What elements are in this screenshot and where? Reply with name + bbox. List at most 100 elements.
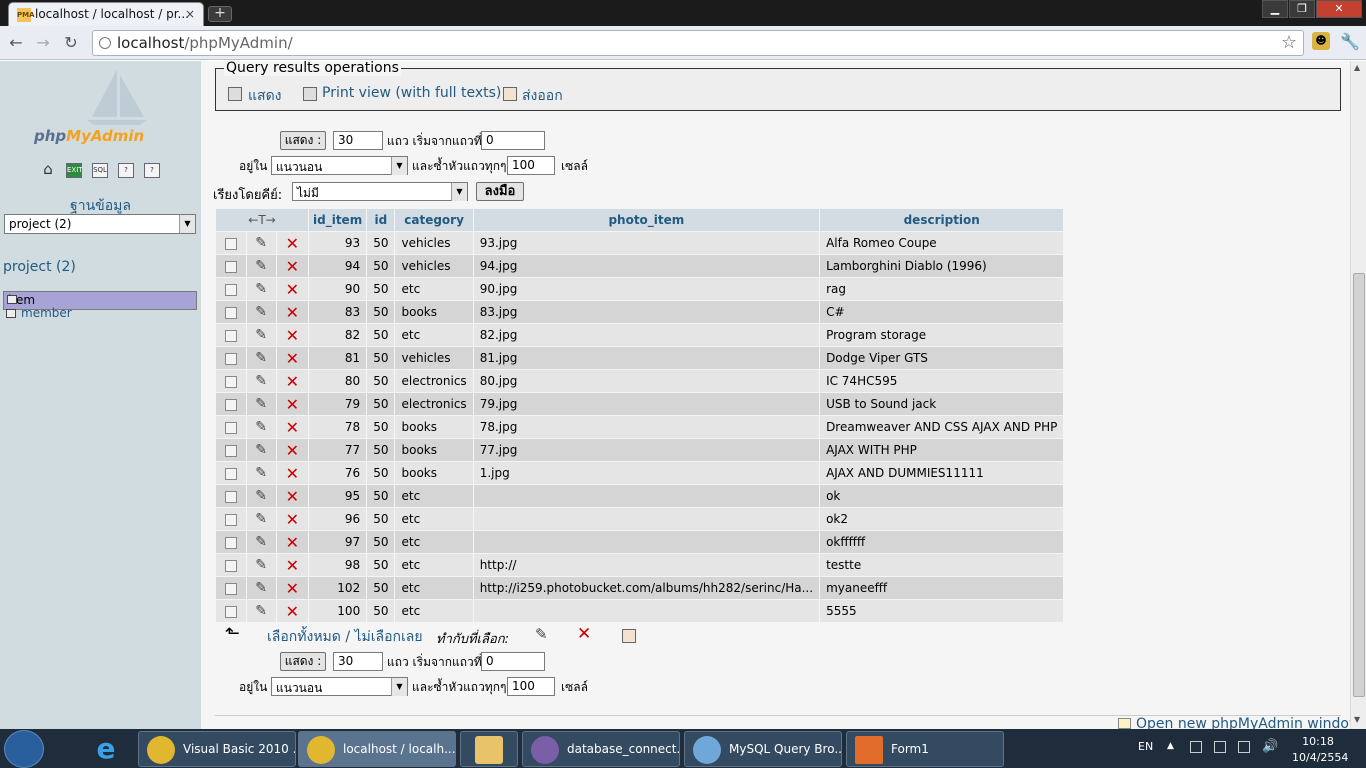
tray-expand-icon[interactable]: ▲ <box>1167 741 1174 751</box>
forward-icon[interactable]: → <box>33 33 53 53</box>
show-button[interactable]: แสดง : <box>280 131 326 150</box>
volume-icon[interactable]: 🔊 <box>1262 739 1278 754</box>
row-checkbox[interactable] <box>216 462 246 484</box>
delete-icon[interactable]: ✕ <box>276 416 308 438</box>
row-checkbox[interactable] <box>216 600 246 622</box>
delete-icon[interactable]: ✕ <box>276 577 308 599</box>
delete-icon[interactable]: ✕ <box>276 439 308 461</box>
row-checkbox[interactable] <box>216 393 246 415</box>
edit-icon[interactable]: ✎ <box>246 255 276 277</box>
ie-icon[interactable]: e <box>90 733 122 765</box>
check-all-link[interactable]: เลือกทั้งหมด / ไม่เลือกเลย <box>267 626 423 648</box>
edit-icon[interactable]: ✎ <box>246 393 276 415</box>
database-select[interactable]: project (2) ▼ <box>4 214 196 234</box>
row-checkbox[interactable] <box>216 324 246 346</box>
task-mysql-query-browser[interactable]: MySQL Query Bro... <box>684 731 842 767</box>
open-new-window-link[interactable]: Open new phpMyAdmin window <box>1136 716 1350 729</box>
column-header-description[interactable]: description <box>820 209 1064 231</box>
action-center-icon[interactable] <box>1190 741 1202 753</box>
network-icon[interactable] <box>1238 741 1250 753</box>
scroll-down-icon[interactable]: ▼ <box>1354 715 1360 724</box>
back-icon[interactable]: ← <box>6 33 26 53</box>
home-icon[interactable]: ⌂ <box>40 162 56 178</box>
delete-icon[interactable]: ✕ <box>276 462 308 484</box>
edit-icon[interactable]: ✎ <box>246 370 276 392</box>
column-header-id-item[interactable]: id_item <box>309 209 367 231</box>
delete-icon[interactable]: ✕ <box>276 324 308 346</box>
delete-icon[interactable]: ✕ <box>276 554 308 576</box>
sql-icon[interactable]: SQL <box>92 163 108 178</box>
phpmyadmin-logo[interactable]: phpMyAdmin <box>34 127 144 145</box>
edit-icon[interactable]: ✎ <box>246 301 276 323</box>
bookmark-star-icon[interactable]: ☆ <box>1281 32 1297 53</box>
row-checkbox[interactable] <box>216 278 246 300</box>
edit-icon[interactable]: ✎ <box>246 324 276 346</box>
row-checkbox[interactable] <box>216 232 246 254</box>
task-localhost[interactable]: localhost / localh... <box>298 731 456 767</box>
edit-icon[interactable]: ✎ <box>246 278 276 300</box>
wrench-icon[interactable]: 🔧 <box>1340 32 1360 51</box>
show-button-bottom[interactable]: แสดง : <box>280 652 326 671</box>
export-selected-icon[interactable] <box>622 629 636 643</box>
delete-icon[interactable]: ✕ <box>276 278 308 300</box>
reload-icon[interactable]: ↻ <box>61 33 81 53</box>
sort-select[interactable]: ไม่มี ▼ <box>292 182 468 201</box>
rows-input-bottom[interactable]: 30 <box>333 652 383 671</box>
edit-icon[interactable]: ✎ <box>246 416 276 438</box>
export-link[interactable]: ส่งออก <box>522 85 563 107</box>
row-checkbox[interactable] <box>216 301 246 323</box>
new-tab-button[interactable]: + <box>208 6 232 22</box>
query-icon[interactable]: ? <box>118 163 134 178</box>
edit-icon[interactable]: ✎ <box>246 577 276 599</box>
minimize-button[interactable]: ▁ <box>1262 0 1288 18</box>
delete-icon[interactable]: ✕ <box>276 485 308 507</box>
row-checkbox[interactable] <box>216 485 246 507</box>
delete-icon[interactable]: ✕ <box>276 370 308 392</box>
delete-icon[interactable]: ✕ <box>276 347 308 369</box>
edit-icon[interactable]: ✎ <box>246 462 276 484</box>
browser-tab[interactable]: PMA localhost / localhost / pr... × <box>8 2 204 26</box>
row-checkbox[interactable] <box>216 255 246 277</box>
task-explorer[interactable] <box>460 731 518 767</box>
go-button[interactable]: ลงมือ <box>476 182 524 201</box>
task-database-connect[interactable]: database_connect... <box>522 731 680 767</box>
clock[interactable]: 10:18 10/4/2554 <box>1292 734 1348 766</box>
delete-icon[interactable]: ✕ <box>276 508 308 530</box>
start-row-input[interactable]: 0 <box>481 131 545 150</box>
delete-icon[interactable]: ✕ <box>276 531 308 553</box>
column-header-id[interactable]: id <box>367 209 395 231</box>
database-name-link[interactable]: project (2) <box>3 259 76 275</box>
rows-input[interactable]: 30 <box>333 131 383 150</box>
edit-icon[interactable]: ✎ <box>246 347 276 369</box>
close-window-button[interactable]: ✕ <box>1316 0 1362 18</box>
task-visual-basic[interactable]: Visual Basic 2010 ... <box>138 731 296 767</box>
show-link[interactable]: แสดง <box>248 85 282 107</box>
scrollbar-thumb[interactable] <box>1353 273 1365 697</box>
scroll-up-icon[interactable]: ▲ <box>1354 63 1360 72</box>
edit-icon[interactable]: ✎ <box>246 600 276 622</box>
battery-icon[interactable] <box>1214 741 1226 753</box>
edit-icon[interactable]: ✎ <box>246 232 276 254</box>
edit-icon[interactable]: ✎ <box>246 508 276 530</box>
row-checkbox[interactable] <box>216 370 246 392</box>
table-link-member[interactable]: member <box>3 306 197 321</box>
column-header-category[interactable]: category <box>395 209 473 231</box>
row-checkbox[interactable] <box>216 554 246 576</box>
language-indicator[interactable]: EN <box>1138 740 1153 753</box>
vertical-scrollbar[interactable]: ▲ ▼ <box>1350 61 1366 729</box>
column-header-photo-item[interactable]: photo_item <box>473 209 820 231</box>
column-resize-arrows[interactable]: ←T→ <box>216 209 308 231</box>
edit-selected-icon[interactable]: ✎ <box>535 625 548 643</box>
exit-icon[interactable]: EXIT <box>66 163 83 178</box>
docs-icon[interactable]: ? <box>144 163 160 178</box>
start-button[interactable] <box>4 730 44 768</box>
extension-icon[interactable]: ☻ <box>1312 32 1330 50</box>
mode-select[interactable]: แนวนอน ▼ <box>271 156 408 175</box>
delete-icon[interactable]: ✕ <box>276 600 308 622</box>
delete-icon[interactable]: ✕ <box>276 255 308 277</box>
edit-icon[interactable]: ✎ <box>246 439 276 461</box>
delete-icon[interactable]: ✕ <box>276 393 308 415</box>
edit-icon[interactable]: ✎ <box>246 531 276 553</box>
task-form1[interactable]: Form1 <box>846 731 1004 767</box>
repeat-input-bottom[interactable]: 100 <box>507 677 555 696</box>
